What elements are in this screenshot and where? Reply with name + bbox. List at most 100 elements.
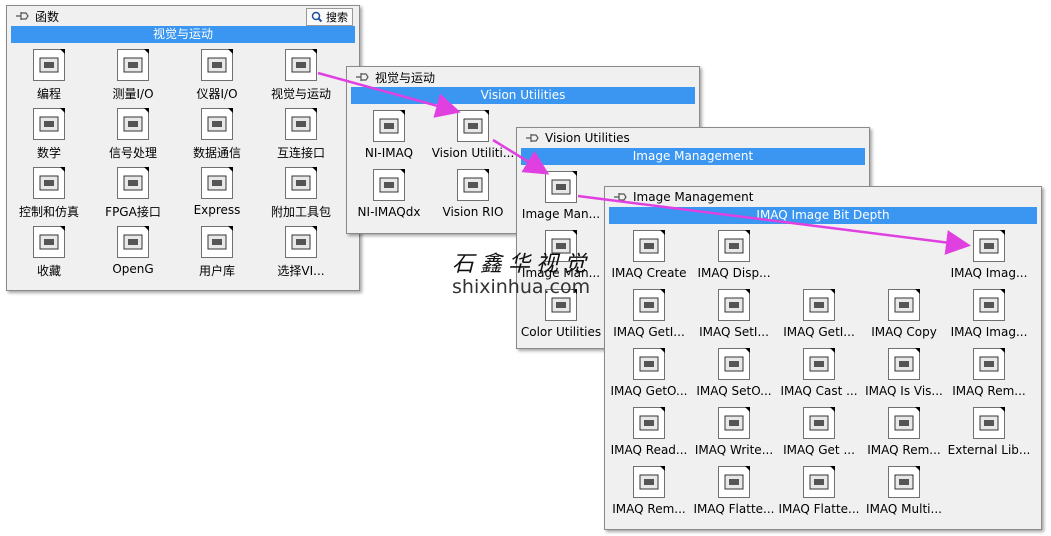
palette-item-label: Vision Utiliti...: [431, 146, 515, 160]
palette-item[interactable]: IMAQ Cast ...: [777, 348, 861, 398]
palette-item[interactable]: 信号处理: [91, 108, 175, 161]
palette-item[interactable]: FPGA接口: [91, 167, 175, 220]
function-icon: [633, 230, 665, 262]
palette-item[interactable]: NI-IMAQ: [347, 110, 431, 160]
function-icon: [33, 226, 65, 258]
function-icon: [285, 49, 317, 81]
palette-title: 函数: [35, 9, 60, 24]
function-icon: [973, 230, 1005, 262]
palette-item-label: IMAQ Imag...: [950, 325, 1028, 339]
palette-item[interactable]: IMAQ Flatte...: [777, 466, 861, 516]
palette-item[interactable]: Express: [175, 167, 259, 217]
palette-item-label: 信号处理: [108, 146, 157, 160]
palette-item[interactable]: 选择VI...: [259, 226, 343, 279]
palette-item-label: IMAQ Flatte...: [693, 502, 775, 516]
function-icon: [373, 169, 405, 201]
palette-item[interactable]: 视觉与运动: [259, 49, 343, 102]
palette-item[interactable]: 附加工具包: [259, 167, 343, 220]
function-icon: [201, 226, 233, 258]
palette-item[interactable]: IMAQ Copy: [862, 289, 946, 339]
palette-item[interactable]: IMAQ SetI...: [692, 289, 776, 339]
palette-item[interactable]: IMAQ Rem...: [947, 348, 1031, 398]
palette-item[interactable]: IMAQ GetI...: [777, 289, 861, 339]
palette-item[interactable]: OpenG: [91, 226, 175, 276]
palette-item-label: NI-IMAQ: [364, 146, 414, 160]
palette-item[interactable]: 收藏: [7, 226, 91, 279]
palette-item[interactable]: IMAQ Write...: [692, 407, 776, 457]
palette-item[interactable]: IMAQ Is Vis...: [862, 348, 946, 398]
palette-item[interactable]: 数学: [7, 108, 91, 161]
palette-item[interactable]: 互连接口: [259, 108, 343, 161]
function-icon: [803, 348, 835, 380]
pin-icon[interactable]: [613, 191, 627, 203]
palette-item[interactable]: 测量I/O: [91, 49, 175, 102]
pin-icon[interactable]: [15, 10, 29, 22]
palette-item[interactable]: 数据通信: [175, 108, 259, 161]
function-icon: [973, 289, 1005, 321]
palette-item-label: IMAQ Rem...: [952, 384, 1026, 398]
function-icon: [633, 466, 665, 498]
pin-icon[interactable]: [525, 132, 539, 144]
palette-item-label: 编程: [36, 87, 61, 101]
palette-item-label: IMAQ Cast ...: [780, 384, 858, 398]
function-icon: [117, 226, 149, 258]
palette-item-label: IMAQ Rem...: [612, 502, 686, 516]
function-icon: [718, 407, 750, 439]
function-icon: [117, 167, 149, 199]
palette-item-label: IMAQ GetI...: [613, 325, 685, 339]
function-icon: [285, 167, 317, 199]
palette-item[interactable]: IMAQ Flatte...: [692, 466, 776, 516]
palette-item-label: IMAQ Rem...: [867, 443, 941, 457]
function-icon: [973, 407, 1005, 439]
palette-item[interactable]: IMAQ GetI...: [607, 289, 691, 339]
palette-item[interactable]: IMAQ SetO...: [692, 348, 776, 398]
palette-item[interactable]: 编程: [7, 49, 91, 102]
palette-item-label: 测量I/O: [112, 87, 154, 101]
palette-titlebar: 视觉与运动: [347, 67, 699, 87]
palette-item-label: 控制和仿真: [18, 205, 79, 219]
function-icon: [457, 169, 489, 201]
palette-item[interactable]: IMAQ GetO...: [607, 348, 691, 398]
palette-item[interactable]: External Lib...: [947, 407, 1031, 457]
palette-header: Image Management: [521, 148, 865, 165]
palette-item[interactable]: IMAQ Create: [607, 230, 691, 280]
palette-item[interactable]: IMAQ Disp...: [692, 230, 776, 280]
palette-item[interactable]: 控制和仿真: [7, 167, 91, 220]
palette-item[interactable]: IMAQ Rem...: [607, 466, 691, 516]
palette-item[interactable]: 用户库: [175, 226, 259, 279]
palette-item-label: IMAQ Copy: [871, 325, 937, 339]
palette-item[interactable]: IMAQ Imag...: [947, 230, 1031, 280]
pin-icon[interactable]: [355, 71, 369, 83]
palette-item-label: IMAQ Read...: [610, 443, 688, 457]
palette-item-label: 选择VI...: [277, 264, 325, 278]
function-icon: [718, 348, 750, 380]
palette-item-label: Image Man...: [521, 207, 601, 221]
palette-item-label: Express: [193, 203, 241, 217]
palette-item[interactable]: Image Man...: [519, 171, 603, 221]
function-icon: [373, 110, 405, 142]
palette-item[interactable]: Vision RIO: [431, 169, 515, 219]
function-icon: [888, 289, 920, 321]
palette-item-label: IMAQ GetI...: [783, 325, 855, 339]
function-icon: [718, 230, 750, 262]
function-icon: [633, 289, 665, 321]
palette-item[interactable]: Vision Utiliti...: [431, 110, 515, 160]
search-button[interactable]: 搜索: [306, 8, 353, 26]
palette-item[interactable]: IMAQ Get ...: [777, 407, 861, 457]
function-icon: [201, 108, 233, 140]
palette-item[interactable]: IMAQ Read...: [607, 407, 691, 457]
function-icon: [545, 171, 577, 203]
palette-header: Vision Utilities: [351, 87, 695, 104]
palette-item-label: IMAQ Create: [611, 266, 687, 280]
function-icon: [633, 348, 665, 380]
palette-item[interactable]: IMAQ Multi...: [862, 466, 946, 516]
palette-item[interactable]: IMAQ Imag...: [947, 289, 1031, 339]
palette-item[interactable]: 仪器I/O: [175, 49, 259, 102]
function-icon: [117, 49, 149, 81]
palette-item-label: IMAQ Is Vis...: [865, 384, 943, 398]
palette-item-label: IMAQ Imag...: [950, 266, 1028, 280]
palette-item[interactable]: NI-IMAQdx: [347, 169, 431, 219]
palette-item-label: External Lib...: [947, 443, 1031, 457]
function-icon: [633, 407, 665, 439]
palette-item[interactable]: IMAQ Rem...: [862, 407, 946, 457]
